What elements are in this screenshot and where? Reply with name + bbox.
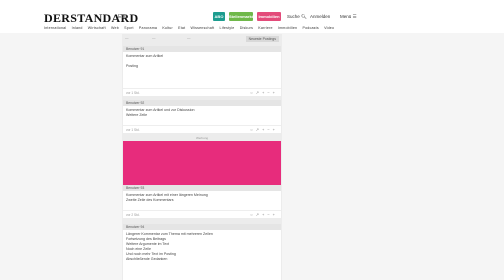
- nav-item[interactable]: Wirtschaft: [88, 26, 106, 30]
- nav-item[interactable]: Karriere: [258, 26, 272, 30]
- posting-body: Kommentar zum Artikel mit einer längeren…: [123, 191, 281, 205]
- plus-icon[interactable]: +: [273, 127, 278, 132]
- posting-line: Weitere Zeile: [126, 113, 148, 117]
- nav-item[interactable]: Sport: [124, 26, 134, 30]
- menu-icon: ☰: [352, 14, 357, 19]
- login-link[interactable]: Anmelden: [310, 14, 330, 19]
- nav-item[interactable]: Kultur: [162, 26, 173, 30]
- posting-body: Kommentar zum Artikel Posting: [123, 52, 281, 71]
- forum-tabs: — — — Neueste Postings: [122, 36, 282, 43]
- posting: Benutzer 92 Kommentar zum Artikel und zu…: [123, 100, 281, 133]
- jobs-button[interactable]: Stellenmarkt: [229, 12, 253, 21]
- posting: Benutzer 94 Längerer Kommentar zum Thema…: [123, 224, 281, 280]
- menu-link[interactable]: Menü ☰: [340, 14, 357, 20]
- nav-item[interactable]: Panorama: [139, 26, 157, 30]
- tab-item[interactable]: —: [125, 36, 129, 40]
- posting: Benutzer 93 Kommentar zum Artikel mit ei…: [123, 185, 281, 218]
- posting-body: Kommentar zum Artikel und zur Diskussion…: [123, 106, 281, 120]
- nav-item[interactable]: Inland: [72, 26, 83, 30]
- posting-body: Längerer Kommentar zum Thema mit mehrere…: [123, 230, 281, 264]
- posting-actions: ○↗+−+: [250, 127, 278, 132]
- site-header: DERSTANDARD Etat ABO Stellenmarkt Immobi…: [0, 0, 504, 33]
- nav-item[interactable]: Video: [324, 26, 334, 30]
- posting-footer: vor 1 Std. ○↗+−+: [123, 125, 281, 133]
- plus-icon[interactable]: +: [273, 90, 278, 95]
- search-link[interactable]: Suche 🔍︎: [287, 14, 307, 20]
- nav-item[interactable]: Wissenschaft: [191, 26, 215, 30]
- tab-newest[interactable]: Neueste Postings: [245, 36, 279, 42]
- nav-item[interactable]: Immobilien: [278, 26, 297, 30]
- nav-item[interactable]: Diskurs: [240, 26, 253, 30]
- section-name[interactable]: Etat: [118, 14, 127, 20]
- plus-icon[interactable]: +: [273, 212, 278, 217]
- posting-time: vor 2 Std.: [126, 213, 140, 217]
- posting: Benutzer 91 Kommentar zum Artikel Postin…: [123, 46, 281, 96]
- tab-item[interactable]: —: [152, 36, 156, 40]
- posting-time: vor 1 Std.: [126, 91, 140, 95]
- realestate-button[interactable]: Immobilien: [257, 12, 281, 21]
- posting-actions: ○↗+−+: [250, 212, 278, 217]
- nav-item[interactable]: Lifestyle: [220, 26, 235, 30]
- nav-item[interactable]: International: [44, 26, 66, 30]
- abo-button[interactable]: ABO: [213, 12, 225, 21]
- posting-time: vor 1 Std.: [126, 128, 140, 132]
- nav-item[interactable]: Etat: [178, 26, 185, 30]
- search-icon: 🔍︎: [301, 14, 307, 19]
- main-nav: International Inland Wirtschaft Web Spor…: [44, 26, 338, 30]
- posting-line: Abschließende Gedanken: [126, 257, 168, 261]
- posting-footer: vor 1 Std. ○↗+−+: [123, 88, 281, 96]
- posting-actions: ○↗+−+: [250, 90, 278, 95]
- posting-line: Zweite Zeile des Kommentars: [126, 198, 174, 202]
- posting-line: Posting: [126, 64, 138, 68]
- nav-item[interactable]: Web: [111, 26, 119, 30]
- ad-label: Werbung: [195, 136, 209, 140]
- tab-item[interactable]: —: [187, 36, 191, 40]
- nav-item[interactable]: Podcasts: [302, 26, 318, 30]
- advertisement-banner[interactable]: [123, 141, 281, 185]
- posting-footer: vor 2 Std. ○↗+−+: [123, 210, 281, 218]
